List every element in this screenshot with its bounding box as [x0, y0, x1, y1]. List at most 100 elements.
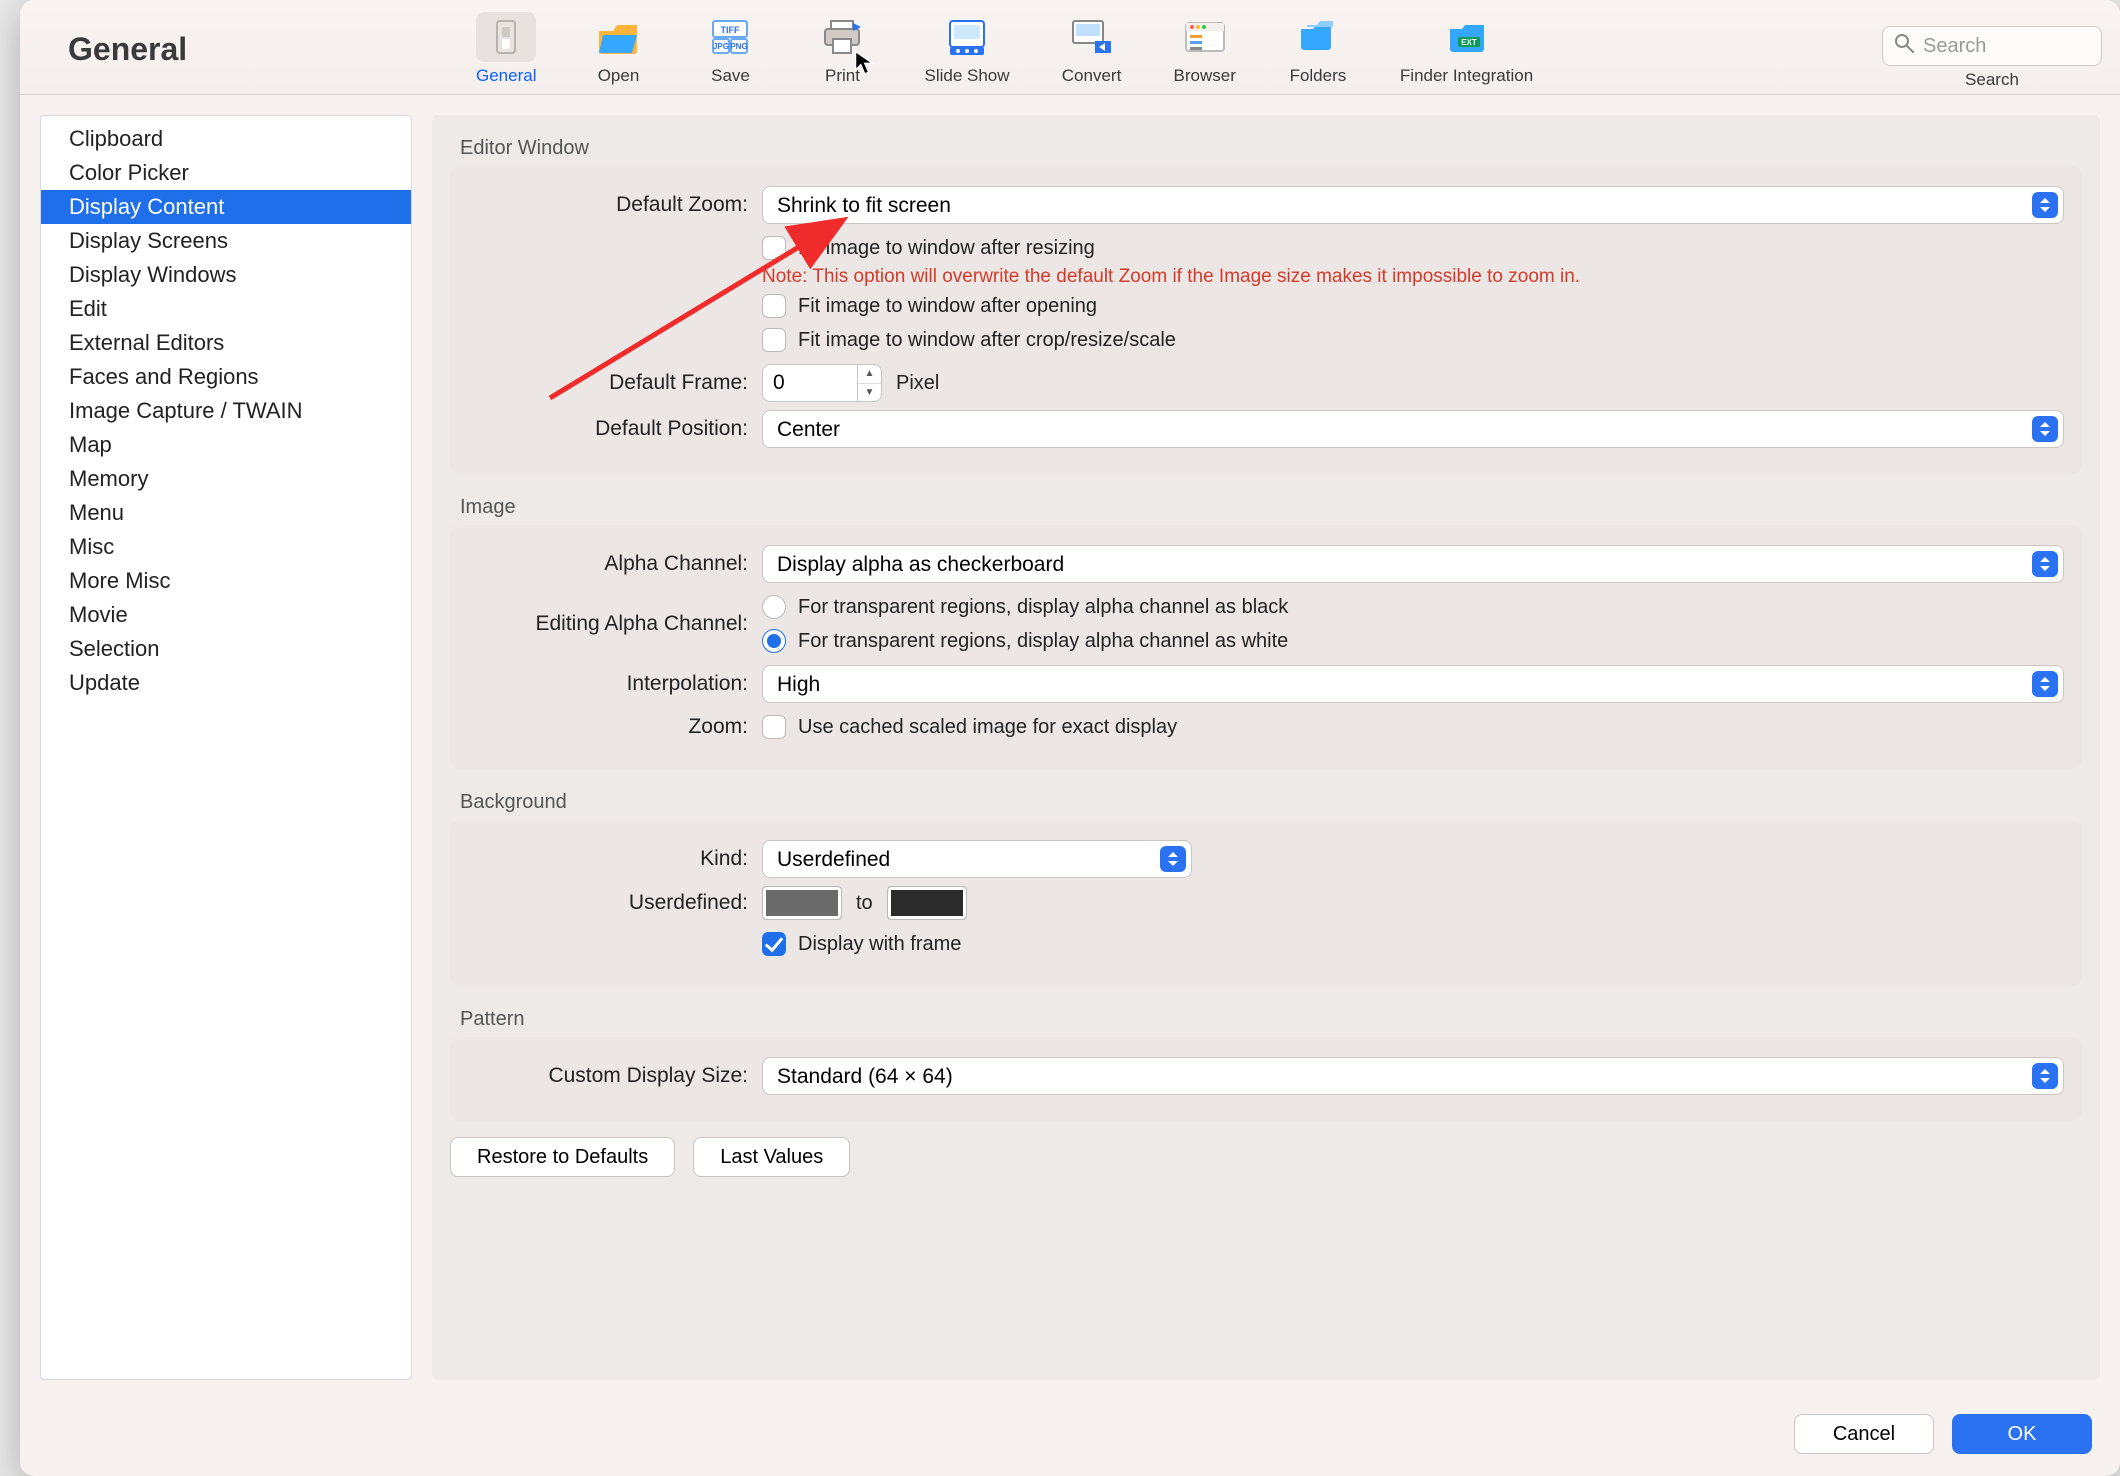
svg-text:TIFF: TIFF — [721, 25, 740, 35]
content: Editor Window Default Zoom: Shrink to fi… — [432, 115, 2100, 1380]
userdefined-label: Userdefined: — [468, 891, 748, 915]
alpha-black-label: For transparent regions, display alpha c… — [798, 596, 1288, 619]
alpha-white-label: For transparent regions, display alpha c… — [798, 630, 1288, 653]
search-icon — [1894, 33, 1914, 59]
folders-icon — [1288, 12, 1348, 62]
group-image: Alpha Channel: Display alpha as checkerb… — [450, 525, 2082, 769]
fit-after-resize-label: Fit image to window after resizing — [798, 237, 1095, 260]
fit-after-open-checkbox[interactable] — [762, 294, 786, 318]
cursor-icon — [853, 49, 879, 75]
toolbar-slideshow[interactable]: Slide Show — [918, 10, 1015, 90]
default-zoom-label: Default Zoom: — [468, 193, 748, 217]
toolbar-slideshow-label: Slide Show — [924, 66, 1009, 86]
sidebar-item-map[interactable]: Map — [41, 428, 411, 462]
finder-ext-icon: EXT — [1437, 12, 1497, 62]
sidebar-item-memory[interactable]: Memory — [41, 462, 411, 496]
toolbar-general-label: General — [476, 66, 536, 86]
default-zoom-select[interactable]: Shrink to fit screen — [762, 186, 2064, 224]
toolbar: General General Open TIFFJPGPNG Save — [20, 0, 2120, 95]
toolbar-browser[interactable]: Browser — [1168, 10, 1242, 90]
zoom-label: Zoom: — [468, 715, 748, 739]
sidebar-item-display-screens[interactable]: Display Screens — [41, 224, 411, 258]
stepper-down[interactable]: ▼ — [858, 384, 881, 402]
search-label: Search — [1965, 70, 2019, 90]
fit-after-resize-checkbox[interactable] — [762, 236, 786, 260]
default-frame-input[interactable] — [762, 364, 858, 402]
group-pattern-title: Pattern — [432, 986, 2100, 1037]
svg-text:EXT: EXT — [1461, 38, 1477, 47]
toolbar-save[interactable]: TIFFJPGPNG Save — [694, 10, 766, 90]
group-background: Kind: Userdefined Userdefined: to — [450, 820, 2082, 986]
default-frame-stepper[interactable]: ▲▼ — [762, 364, 882, 402]
default-position-select[interactable]: Center — [762, 410, 2064, 448]
sidebar-item-edit[interactable]: Edit — [41, 292, 411, 326]
toolbar-folders[interactable]: Folders — [1282, 10, 1354, 90]
alpha-white-radio[interactable] — [762, 629, 786, 653]
convert-icon — [1062, 12, 1122, 62]
toolbar-open-label: Open — [598, 66, 640, 86]
last-values-button[interactable]: Last Values — [693, 1137, 850, 1177]
sidebar-item-clipboard[interactable]: Clipboard — [41, 122, 411, 156]
restore-defaults-button[interactable]: Restore to Defaults — [450, 1137, 675, 1177]
sidebar-item-image-capture-twain[interactable]: Image Capture / TWAIN — [41, 394, 411, 428]
group-image-title: Image — [432, 474, 2100, 525]
sidebar-item-display-windows[interactable]: Display Windows — [41, 258, 411, 292]
slideshow-icon — [937, 12, 997, 62]
display-with-frame-label: Display with frame — [798, 933, 961, 956]
toolbar-finder-label: Finder Integration — [1400, 66, 1533, 86]
sidebar-item-faces-and-regions[interactable]: Faces and Regions — [41, 360, 411, 394]
alpha-channel-select[interactable]: Display alpha as checkerboard — [762, 545, 2064, 583]
interpolation-select[interactable]: High — [762, 665, 2064, 703]
folder-open-icon — [588, 12, 648, 62]
toolbar-convert-label: Convert — [1062, 66, 1122, 86]
color-swatch-to[interactable] — [887, 886, 967, 920]
stepper-up[interactable]: ▲ — [858, 365, 881, 384]
sidebar-item-color-picker[interactable]: Color Picker — [41, 156, 411, 190]
dialog-footer: Cancel OK — [20, 1400, 2120, 1476]
default-frame-unit: Pixel — [896, 372, 939, 395]
toolbar-search: Search — [1882, 26, 2102, 90]
custom-display-size-select[interactable]: Standard (64 × 64) — [762, 1057, 2064, 1095]
sidebar-item-more-misc[interactable]: More Misc — [41, 564, 411, 598]
editing-alpha-label: Editing Alpha Channel: — [468, 612, 748, 636]
fit-after-crop-label: Fit image to window after crop/resize/sc… — [798, 329, 1176, 352]
preferences-window: General General Open TIFFJPGPNG Save — [20, 0, 2120, 1476]
ok-button[interactable]: OK — [1952, 1414, 2092, 1454]
switch-icon — [476, 12, 536, 62]
toolbar-convert[interactable]: Convert — [1056, 10, 1128, 90]
toolbar-finder-integration[interactable]: EXT Finder Integration — [1394, 10, 1539, 90]
cancel-button[interactable]: Cancel — [1794, 1414, 1934, 1454]
custom-display-size-label: Custom Display Size: — [468, 1064, 748, 1088]
toolbar-browser-label: Browser — [1174, 66, 1236, 86]
sidebar-item-external-editors[interactable]: External Editors — [41, 326, 411, 360]
to-label: to — [856, 892, 873, 915]
fit-after-resize-note: Note: This option will overwrite the def… — [762, 266, 1580, 288]
sidebar-item-movie[interactable]: Movie — [41, 598, 411, 632]
sidebar-item-menu[interactable]: Menu — [41, 496, 411, 530]
sidebar-item-selection[interactable]: Selection — [41, 632, 411, 666]
sidebar-item-display-content[interactable]: Display Content — [41, 190, 411, 224]
group-background-title: Background — [432, 769, 2100, 820]
sidebar-item-misc[interactable]: Misc — [41, 530, 411, 564]
toolbar-items: General Open TIFFJPGPNG Save Print — [470, 10, 1539, 90]
save-formats-icon: TIFFJPGPNG — [700, 12, 760, 62]
fit-after-crop-checkbox[interactable] — [762, 328, 786, 352]
group-pattern: Custom Display Size: Standard (64 × 64) — [450, 1037, 2082, 1121]
zoom-cache-checkbox[interactable] — [762, 715, 786, 739]
zoom-cache-label: Use cached scaled image for exact displa… — [798, 716, 1177, 739]
color-swatch-from[interactable] — [762, 886, 842, 920]
alpha-black-radio[interactable] — [762, 595, 786, 619]
toolbar-open[interactable]: Open — [582, 10, 654, 90]
toolbar-general[interactable]: General — [470, 10, 542, 90]
group-editor-window: Default Zoom: Shrink to fit screen F — [450, 166, 2082, 474]
fit-after-open-label: Fit image to window after opening — [798, 295, 1097, 318]
display-with-frame-checkbox[interactable] — [762, 932, 786, 956]
browser-icon — [1175, 12, 1235, 62]
kind-select[interactable]: Userdefined — [762, 840, 1192, 878]
default-frame-label: Default Frame: — [468, 371, 748, 395]
restore-buttons: Restore to Defaults Last Values — [432, 1121, 2100, 1189]
group-editor-window-title: Editor Window — [432, 115, 2100, 166]
search-input[interactable] — [1882, 26, 2102, 66]
sidebar-item-update[interactable]: Update — [41, 666, 411, 700]
sidebar[interactable]: ClipboardColor PickerDisplay ContentDisp… — [40, 115, 412, 1380]
